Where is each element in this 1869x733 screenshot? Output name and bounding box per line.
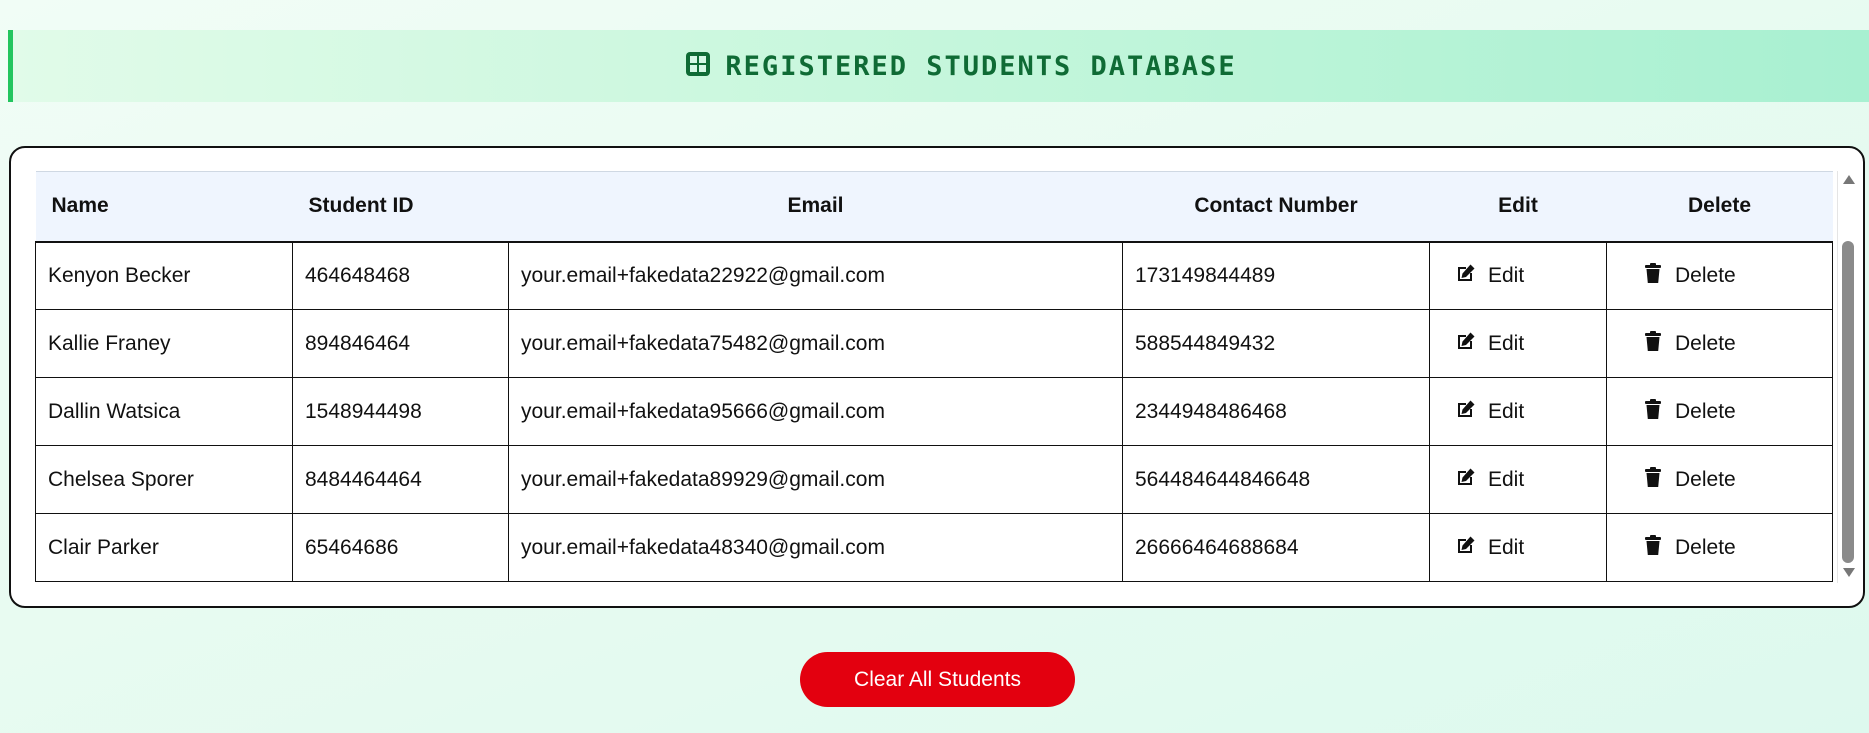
edit-label: Edit bbox=[1488, 467, 1525, 491]
delete-label: Delete bbox=[1675, 263, 1736, 287]
cell-student-id: 894846464 bbox=[292, 309, 509, 378]
cell-email: your.email+fakedata75482@gmail.com bbox=[508, 309, 1123, 378]
cell-contact: 588544849432 bbox=[1122, 309, 1430, 378]
delete-button[interactable]: Delete bbox=[1619, 329, 1832, 359]
cell-student-id: 464648468 bbox=[292, 241, 509, 310]
edit-icon bbox=[1454, 397, 1478, 427]
table-grid-icon bbox=[685, 51, 711, 81]
cell-delete: Delete bbox=[1606, 241, 1833, 310]
edit-label: Edit bbox=[1488, 535, 1525, 559]
students-table: Name Student ID Email Contact Number Edi… bbox=[35, 171, 1833, 582]
cell-edit: Edit bbox=[1429, 241, 1607, 310]
delete-label: Delete bbox=[1675, 331, 1736, 355]
header-banner: Registered Students Database bbox=[8, 30, 1869, 102]
edit-icon bbox=[1454, 465, 1478, 495]
cell-edit: Edit bbox=[1429, 309, 1607, 378]
trash-icon bbox=[1641, 533, 1665, 563]
table-card: Name Student ID Email Contact Number Edi… bbox=[9, 146, 1865, 608]
cell-email: your.email+fakedata89929@gmail.com bbox=[508, 445, 1123, 514]
cell-email: your.email+fakedata22922@gmail.com bbox=[508, 241, 1123, 310]
column-header-name: Name bbox=[35, 171, 293, 243]
scroll-up-arrow-icon[interactable] bbox=[1843, 175, 1855, 184]
table-scroll-container[interactable]: Name Student ID Email Contact Number Edi… bbox=[35, 171, 1859, 583]
delete-button[interactable]: Delete bbox=[1619, 533, 1832, 563]
cell-contact: 173149844489 bbox=[1122, 241, 1430, 310]
edit-label: Edit bbox=[1488, 331, 1525, 355]
cell-student-id: 8484464464 bbox=[292, 445, 509, 514]
edit-button[interactable]: Edit bbox=[1442, 465, 1606, 495]
table-row: Clair Parker 65464686 your.email+fakedata4… bbox=[35, 513, 1833, 582]
column-header-edit: Edit bbox=[1429, 171, 1607, 243]
cell-name: Kenyon Becker bbox=[35, 241, 293, 310]
edit-icon bbox=[1454, 533, 1478, 563]
column-header-student-id: Student ID bbox=[292, 171, 509, 243]
edit-icon bbox=[1454, 261, 1478, 291]
table-body: Kenyon Becker 464648468 your.email+fakedat… bbox=[35, 241, 1833, 582]
edit-label: Edit bbox=[1488, 263, 1525, 287]
table-row: Dallin Watsica 1548944498 your.email+faked… bbox=[35, 377, 1833, 446]
trash-icon bbox=[1641, 329, 1665, 359]
edit-button[interactable]: Edit bbox=[1442, 397, 1606, 427]
edit-label: Edit bbox=[1488, 399, 1525, 423]
table-row: Kallie Franey 894846464 your.email+fakedat… bbox=[35, 309, 1833, 378]
clear-all-students-button[interactable]: Clear All Students bbox=[800, 652, 1075, 707]
cell-edit: Edit bbox=[1429, 445, 1607, 514]
cell-email: your.email+fakedata95666@gmail.com bbox=[508, 377, 1123, 446]
cell-delete: Delete bbox=[1606, 377, 1833, 446]
cell-edit: Edit bbox=[1429, 513, 1607, 582]
cell-name: Chelsea Sporer bbox=[35, 445, 293, 514]
column-header-contact: Contact Number bbox=[1122, 171, 1430, 243]
cell-name: Clair Parker bbox=[35, 513, 293, 582]
table-row: Chelsea Sporer 8484464464 your.email+faked… bbox=[35, 445, 1833, 514]
delete-button[interactable]: Delete bbox=[1619, 261, 1832, 291]
cell-delete: Delete bbox=[1606, 445, 1833, 514]
trash-icon bbox=[1641, 465, 1665, 495]
cell-contact: 26666464688684 bbox=[1122, 513, 1430, 582]
scrollbar-thumb[interactable] bbox=[1842, 241, 1854, 563]
delete-label: Delete bbox=[1675, 399, 1736, 423]
column-header-delete: Delete bbox=[1606, 171, 1833, 243]
edit-button[interactable]: Edit bbox=[1442, 329, 1606, 359]
cell-delete: Delete bbox=[1606, 309, 1833, 378]
cell-student-id: 65464686 bbox=[292, 513, 509, 582]
vertical-scrollbar[interactable] bbox=[1837, 171, 1859, 583]
cell-contact: 2344948486468 bbox=[1122, 377, 1430, 446]
cell-contact: 564484644846648 bbox=[1122, 445, 1430, 514]
trash-icon bbox=[1641, 261, 1665, 291]
table-row: Kenyon Becker 464648468 your.email+fakedat… bbox=[35, 241, 1833, 310]
cell-name: Dallin Watsica bbox=[35, 377, 293, 446]
cell-edit: Edit bbox=[1429, 377, 1607, 446]
scroll-down-arrow-icon[interactable] bbox=[1843, 568, 1855, 577]
cell-delete: Delete bbox=[1606, 513, 1833, 582]
page-title: Registered Students Database bbox=[725, 50, 1237, 82]
trash-icon bbox=[1641, 397, 1665, 427]
delete-button[interactable]: Delete bbox=[1619, 397, 1832, 427]
delete-label: Delete bbox=[1675, 467, 1736, 491]
edit-button[interactable]: Edit bbox=[1442, 533, 1606, 563]
column-header-email: Email bbox=[508, 171, 1123, 243]
edit-button[interactable]: Edit bbox=[1442, 261, 1606, 291]
table-header-row: Name Student ID Email Contact Number Edi… bbox=[35, 171, 1833, 243]
cell-email: your.email+fakedata48340@gmail.com bbox=[508, 513, 1123, 582]
delete-button[interactable]: Delete bbox=[1619, 465, 1832, 495]
cell-student-id: 1548944498 bbox=[292, 377, 509, 446]
delete-label: Delete bbox=[1675, 535, 1736, 559]
edit-icon bbox=[1454, 329, 1478, 359]
cell-name: Kallie Franey bbox=[35, 309, 293, 378]
